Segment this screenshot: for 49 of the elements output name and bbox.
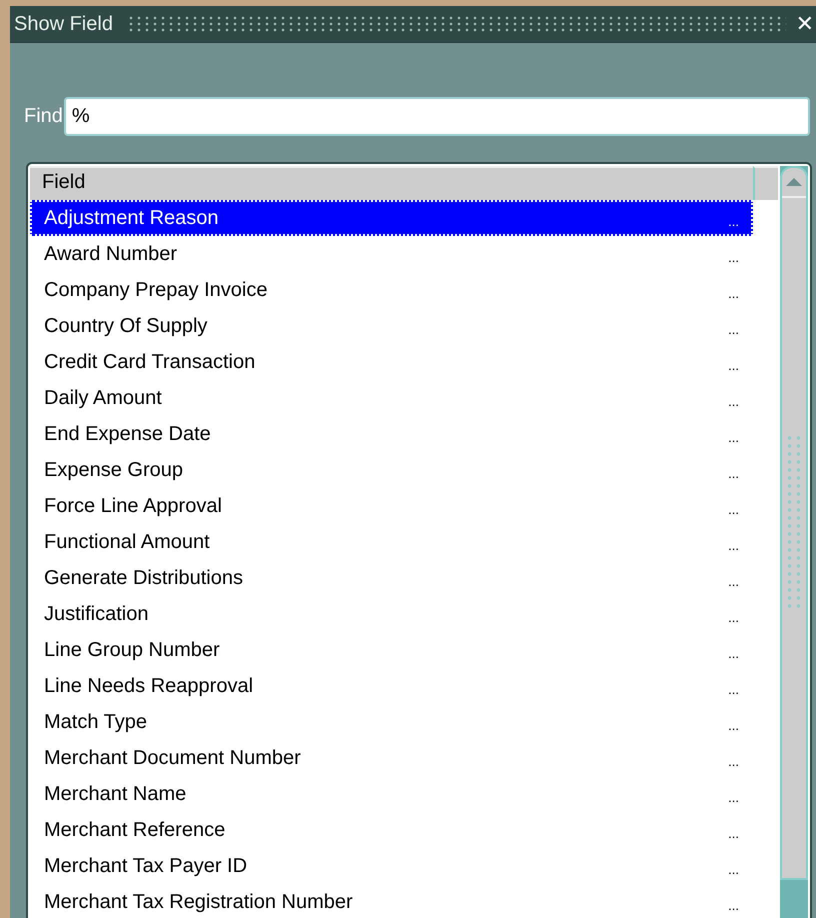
field-name: Merchant Reference bbox=[44, 818, 226, 842]
more-button[interactable]: ... bbox=[728, 496, 739, 516]
field-name: Line Needs Reapproval bbox=[44, 674, 254, 698]
field-name: Merchant Name bbox=[44, 782, 188, 806]
title-bar[interactable]: Show Field ✕ bbox=[10, 6, 816, 43]
field-name: Force Line Approval bbox=[44, 494, 223, 518]
window-title: Show Field bbox=[14, 12, 113, 36]
field-name: Daily Amount bbox=[44, 386, 163, 410]
scrollbar[interactable] bbox=[780, 166, 808, 918]
more-button[interactable]: ... bbox=[728, 676, 739, 696]
field-name: Merchant Tax Registration Number bbox=[44, 890, 354, 914]
more-button[interactable]: ... bbox=[728, 352, 739, 372]
more-button[interactable]: ... bbox=[728, 784, 739, 804]
more-button[interactable]: ... bbox=[728, 568, 739, 588]
field-name: Company Prepay Invoice bbox=[44, 278, 268, 302]
field-name: Merchant Tax Payer ID bbox=[44, 854, 248, 878]
find-field[interactable]: % bbox=[64, 97, 810, 136]
more-button[interactable]: ... bbox=[728, 856, 739, 876]
more-button[interactable]: ... bbox=[728, 640, 739, 660]
field-name: Line Group Number bbox=[44, 638, 221, 662]
field-name: Merchant Document Number bbox=[44, 746, 302, 770]
more-button[interactable]: ... bbox=[728, 316, 739, 336]
more-button[interactable]: ... bbox=[728, 712, 739, 732]
field-name: Adjustment Reason bbox=[44, 206, 220, 230]
field-name: Credit Card Transaction bbox=[44, 350, 256, 374]
more-button[interactable]: ... bbox=[728, 892, 739, 912]
more-button[interactable]: ... bbox=[728, 424, 739, 444]
header-filler bbox=[753, 166, 778, 200]
field-name: Functional Amount bbox=[44, 530, 211, 554]
more-button[interactable]: ... bbox=[728, 280, 739, 300]
field-name: Justification bbox=[44, 602, 150, 626]
field-name: End Expense Date bbox=[44, 422, 212, 446]
more-button[interactable]: ... bbox=[728, 460, 739, 480]
more-button[interactable]: ... bbox=[728, 388, 739, 408]
field-name: Match Type bbox=[44, 710, 148, 734]
more-button[interactable]: ... bbox=[728, 244, 739, 264]
more-button[interactable]: ... bbox=[728, 820, 739, 840]
more-button[interactable]: ... bbox=[728, 208, 739, 228]
list-row[interactable]: Adjustment Reason ... bbox=[30, 200, 753, 236]
field-name: Expense Group bbox=[44, 458, 184, 482]
field-name: Award Number bbox=[44, 242, 178, 266]
column-header[interactable]: Field bbox=[30, 166, 753, 200]
close-button[interactable]: ✕ bbox=[794, 12, 816, 36]
more-button[interactable]: ... bbox=[728, 532, 739, 552]
more-button[interactable]: ... bbox=[728, 748, 739, 768]
find-label: Find bbox=[24, 105, 63, 128]
more-button[interactable]: ... bbox=[728, 604, 739, 624]
field-name: Generate Distributions bbox=[44, 566, 244, 590]
field-name: Country Of Supply bbox=[44, 314, 208, 338]
